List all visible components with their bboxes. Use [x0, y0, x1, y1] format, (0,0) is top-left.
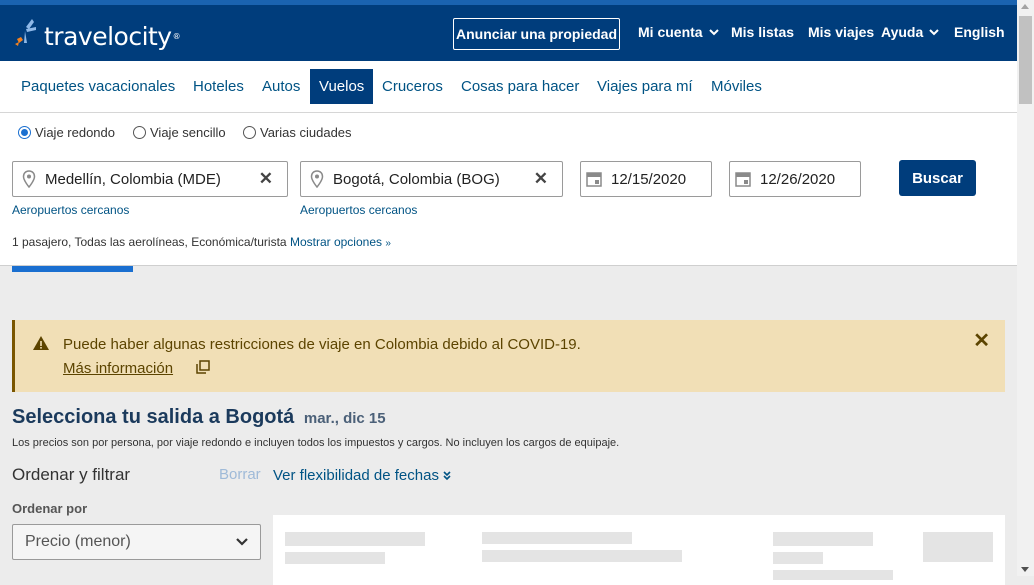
radio-selected-icon	[18, 126, 31, 139]
radio-label: Varias ciudades	[260, 125, 352, 140]
radio-unselected-icon	[133, 126, 146, 139]
clear-destination-icon[interactable]: ✕	[534, 169, 548, 189]
account-label: Mi cuenta	[638, 24, 703, 40]
skeleton-line	[482, 532, 632, 544]
page-title: Selecciona tu salida a Bogotá mar., dic …	[12, 406, 386, 429]
flexible-dates-link[interactable]: Ver flexibilidad de fechas	[273, 467, 451, 484]
clear-filters-link[interactable]: Borrar	[219, 466, 261, 483]
radio-unselected-icon	[243, 126, 256, 139]
language-link[interactable]: English	[954, 24, 1005, 40]
skeleton-line	[285, 532, 425, 546]
brand-name: travelocity	[44, 21, 172, 51]
nav-item-trips-for-me[interactable]: Viajes para mí	[588, 69, 702, 104]
return-date-field[interactable]: 12/26/2020	[729, 161, 861, 197]
flight-result-skeleton	[273, 515, 1005, 585]
account-menu[interactable]: Mi cuenta	[638, 24, 719, 40]
scroll-down-arrow-icon[interactable]	[1021, 567, 1029, 572]
search-button[interactable]: Buscar	[899, 160, 976, 196]
show-options-link[interactable]: Mostrar opciones »	[290, 235, 391, 249]
destination-value: Bogotá, Colombia (BOG)	[333, 170, 500, 188]
warning-icon	[33, 336, 49, 350]
list-property-button[interactable]: Anunciar una propiedad	[453, 18, 620, 50]
price-disclaimer: Los precios son por persona, por viaje r…	[12, 437, 620, 449]
top-header: travelocity ® Anunciar una propiedad Mi c…	[0, 0, 1017, 61]
more-info-link[interactable]: Más información	[63, 360, 173, 377]
scroll-up-arrow-icon[interactable]	[1021, 4, 1029, 9]
destination-nearby-airports-link[interactable]: Aeropuertos cercanos	[300, 203, 417, 217]
skeleton-block	[923, 532, 993, 562]
depart-date-value: 12/15/2020	[611, 170, 687, 188]
skeleton-line	[285, 552, 385, 564]
sort-by-value: Precio (menor)	[25, 533, 131, 550]
alert-message: Puede haber algunas restricciones de via…	[63, 336, 581, 353]
help-menu[interactable]: Ayuda	[881, 24, 939, 40]
radio-multi-city[interactable]: Varias ciudades	[243, 125, 352, 140]
flight-search-panel: Viaje redondo Viaje sencillo Varias ciud…	[0, 113, 1017, 266]
clear-origin-icon[interactable]: ✕	[259, 169, 273, 189]
sort-filter-heading: Ordenar y filtrar	[12, 465, 131, 484]
radio-round-trip[interactable]: Viaje redondo	[18, 125, 115, 140]
my-lists-link[interactable]: Mis listas	[731, 24, 794, 40]
page-scrollbar[interactable]	[1017, 0, 1034, 576]
double-chevron-down-icon: »	[385, 238, 391, 249]
radio-label: Viaje sencillo	[150, 125, 226, 140]
nav-item-cars[interactable]: Autos	[253, 69, 309, 104]
results-date: mar., dic 15	[303, 410, 386, 427]
return-date-value: 12/26/2020	[760, 170, 836, 188]
chevron-down-icon	[708, 29, 719, 36]
nav-item-mobile[interactable]: Móviles	[702, 69, 771, 104]
double-chevron-down-icon	[443, 470, 451, 480]
depart-date-field[interactable]: 12/15/2020	[580, 161, 712, 197]
flexible-dates-label: Ver flexibilidad de fechas	[273, 467, 439, 484]
options-summary-text: 1 pasajero, Todas las aerolíneas, Económ…	[12, 235, 287, 249]
skeleton-line	[773, 552, 823, 564]
location-pin-icon	[22, 170, 36, 188]
calendar-icon	[735, 172, 751, 187]
radio-one-way[interactable]: Viaje sencillo	[133, 125, 226, 140]
origin-value: Medellín, Colombia (MDE)	[45, 170, 221, 188]
skeleton-line	[773, 570, 893, 580]
loading-progress-bar	[12, 266, 133, 272]
calendar-icon	[586, 172, 602, 187]
nav-item-packages[interactable]: Paquetes vacacionales	[12, 69, 184, 104]
nav-item-cruises[interactable]: Cruceros	[373, 69, 452, 104]
location-pin-icon	[310, 170, 324, 188]
skeleton-line	[773, 532, 873, 546]
external-link-icon[interactable]	[196, 360, 210, 374]
chevron-down-icon	[236, 538, 248, 546]
nav-item-hotels[interactable]: Hoteles	[184, 69, 253, 104]
nav-item-things-to-do[interactable]: Cosas para hacer	[452, 69, 588, 104]
covid-alert: Puede haber algunas restricciones de via…	[12, 320, 1005, 392]
nav-item-flights[interactable]: Vuelos	[310, 69, 373, 104]
travelocity-logo[interactable]: travelocity ®	[12, 19, 181, 53]
sort-by-label: Ordenar por	[12, 501, 88, 516]
gnome-logo-icon	[15, 19, 36, 46]
scrollbar-thumb[interactable]	[1019, 16, 1032, 104]
help-label: Ayuda	[881, 24, 924, 40]
travel-options-summary: 1 pasajero, Todas las aerolíneas, Económ…	[12, 235, 391, 249]
destination-field[interactable]: Bogotá, Colombia (BOG) ✕	[300, 161, 563, 197]
main-nav: Paquetes vacacionales Hoteles Autos Vuel…	[0, 61, 1017, 113]
radio-label: Viaje redondo	[35, 125, 115, 140]
results-heading: Selecciona tu salida a Bogotá	[12, 406, 295, 428]
skeleton-line	[482, 550, 682, 562]
close-alert-icon[interactable]: ✕	[973, 328, 990, 353]
origin-nearby-airports-link[interactable]: Aeropuertos cercanos	[12, 203, 129, 217]
my-trips-link[interactable]: Mis viajes	[808, 24, 874, 40]
chevron-down-icon	[929, 29, 939, 36]
origin-field[interactable]: Medellín, Colombia (MDE) ✕	[12, 161, 288, 197]
sort-by-select[interactable]: Precio (menor)	[12, 524, 261, 560]
